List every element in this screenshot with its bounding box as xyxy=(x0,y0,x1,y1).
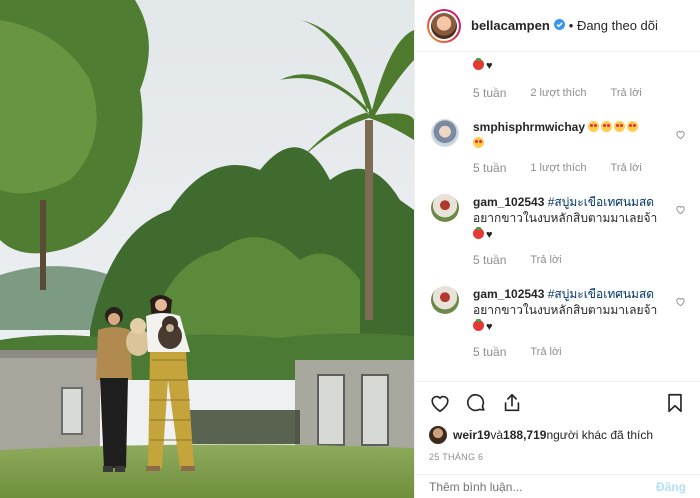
comment-meta: 5 tuần 1 lượt thích Trả lời xyxy=(473,161,684,175)
heart-eyes-emoji-icon xyxy=(614,121,626,132)
heart-emoji-icon: ♥ xyxy=(486,321,493,333)
tree-trunk xyxy=(40,200,46,290)
liker-avatar xyxy=(429,426,447,444)
heart-eyes-emoji-icon xyxy=(627,121,639,132)
commenter-username[interactable]: gam_102543 xyxy=(473,287,544,301)
comment-hashtag[interactable]: #สบู่มะเขือเทศนมสด xyxy=(548,287,654,301)
comment-text: อยากขาวในงบหลักสิบตามมาเลยจ้า xyxy=(473,303,658,317)
comment-time: 5 tuần xyxy=(473,161,507,175)
comment-item: gam_102543 #สบู่มะเขือเทศนมสด อยากขาวในง… xyxy=(431,194,686,243)
comment-time: 5 tuần xyxy=(473,253,507,267)
action-icons xyxy=(429,390,686,416)
reply-button[interactable]: Trả lời xyxy=(530,346,561,358)
comment-meta: 5 tuần Trả lời xyxy=(473,345,684,359)
lawn xyxy=(0,444,414,498)
likes-summary[interactable]: weir19 và 188,719 người khác đã thích xyxy=(429,426,686,444)
commenter-avatar[interactable] xyxy=(431,194,459,222)
comment-likes[interactable]: 2 lượt thích xyxy=(530,87,586,99)
add-comment-bar: Đăng xyxy=(415,474,700,498)
heart-emoji-icon: ♥ xyxy=(486,60,493,72)
follow-status[interactable]: • Đang theo dõi xyxy=(569,18,658,33)
profile-avatar[interactable] xyxy=(427,8,461,43)
heart-emoji-icon: ♥ xyxy=(486,229,493,241)
comment-likes[interactable]: 1 lượt thích xyxy=(530,162,586,174)
comment-input[interactable] xyxy=(429,479,656,494)
post-comment-button[interactable]: Đăng xyxy=(656,480,686,494)
comment-icon[interactable] xyxy=(465,392,487,414)
photo-scene xyxy=(0,0,414,498)
author-username[interactable]: bellacampen xyxy=(471,18,550,33)
post-sidebar: bellacampen • Đang theo dõi ♥ 5 tuần 2 l… xyxy=(414,0,700,498)
post-actions: weir19 và 188,719 người khác đã thích 25… xyxy=(415,381,700,462)
palm-trunk xyxy=(365,120,373,320)
heart-eyes-emoji-icon xyxy=(588,121,600,132)
window-right xyxy=(361,374,389,446)
post-header: bellacampen • Đang theo dõi xyxy=(415,0,700,52)
door-right xyxy=(317,374,345,446)
commenter-avatar[interactable] xyxy=(431,286,459,314)
comment-item: gam_102543 #สบู่มะเขือเทศนมสด อยากขาวในง… xyxy=(431,286,686,335)
likes-count[interactable]: 188,719 xyxy=(503,428,546,442)
house-left xyxy=(0,355,100,450)
comment-meta: 5 tuần 2 lượt thích Trả lời xyxy=(473,86,684,100)
commenter-username[interactable]: smphisphrmwichay xyxy=(473,120,585,134)
comments-list[interactable]: ♥ 5 tuần 2 lượt thích Trả lời smphisphrm… xyxy=(415,53,700,381)
post-photo[interactable] xyxy=(0,0,414,498)
house-right xyxy=(295,360,414,452)
window-left xyxy=(61,387,83,435)
verified-badge-icon xyxy=(553,17,565,35)
share-icon[interactable] xyxy=(501,392,523,414)
tomato-emoji-icon xyxy=(473,58,484,70)
heart-outline-icon[interactable] xyxy=(429,392,451,414)
comment-time: 5 tuần xyxy=(473,345,507,359)
commenter-username[interactable]: gam_102543 xyxy=(473,195,544,209)
comment-meta: 5 tuần Trả lời xyxy=(473,253,684,267)
heart-eyes-emoji-icon xyxy=(601,121,613,132)
bookmark-icon[interactable] xyxy=(664,392,686,414)
post-date[interactable]: 25 THÁNG 6 xyxy=(429,452,686,462)
comment-item: ♥ xyxy=(431,53,684,74)
commenter-avatar[interactable] xyxy=(431,119,459,147)
comment-hashtag[interactable]: #สบู่มะเขือเทศนมสด xyxy=(548,195,654,209)
comment-time: 5 tuần xyxy=(473,86,507,100)
heart-eyes-emoji-icon xyxy=(473,137,484,148)
instagram-post: bellacampen • Đang theo dõi ♥ 5 tuần 2 l… xyxy=(0,0,700,498)
liker-username[interactable]: weir19 xyxy=(453,428,490,442)
reply-button[interactable]: Trả lời xyxy=(611,162,642,174)
tomato-emoji-icon xyxy=(473,227,484,239)
reply-button[interactable]: Trả lời xyxy=(530,254,561,266)
comment-like-icon[interactable] xyxy=(675,127,686,145)
comment-item: smphisphrmwichay xyxy=(431,119,686,151)
tomato-emoji-icon xyxy=(473,319,484,331)
reply-button[interactable]: Trả lời xyxy=(611,87,642,99)
comment-like-icon[interactable] xyxy=(675,294,686,312)
comment-like-icon[interactable] xyxy=(675,202,686,220)
fence xyxy=(190,410,300,444)
comment-text: อยากขาวในงบหลักสิบตามมาเลยจ้า xyxy=(473,211,658,225)
